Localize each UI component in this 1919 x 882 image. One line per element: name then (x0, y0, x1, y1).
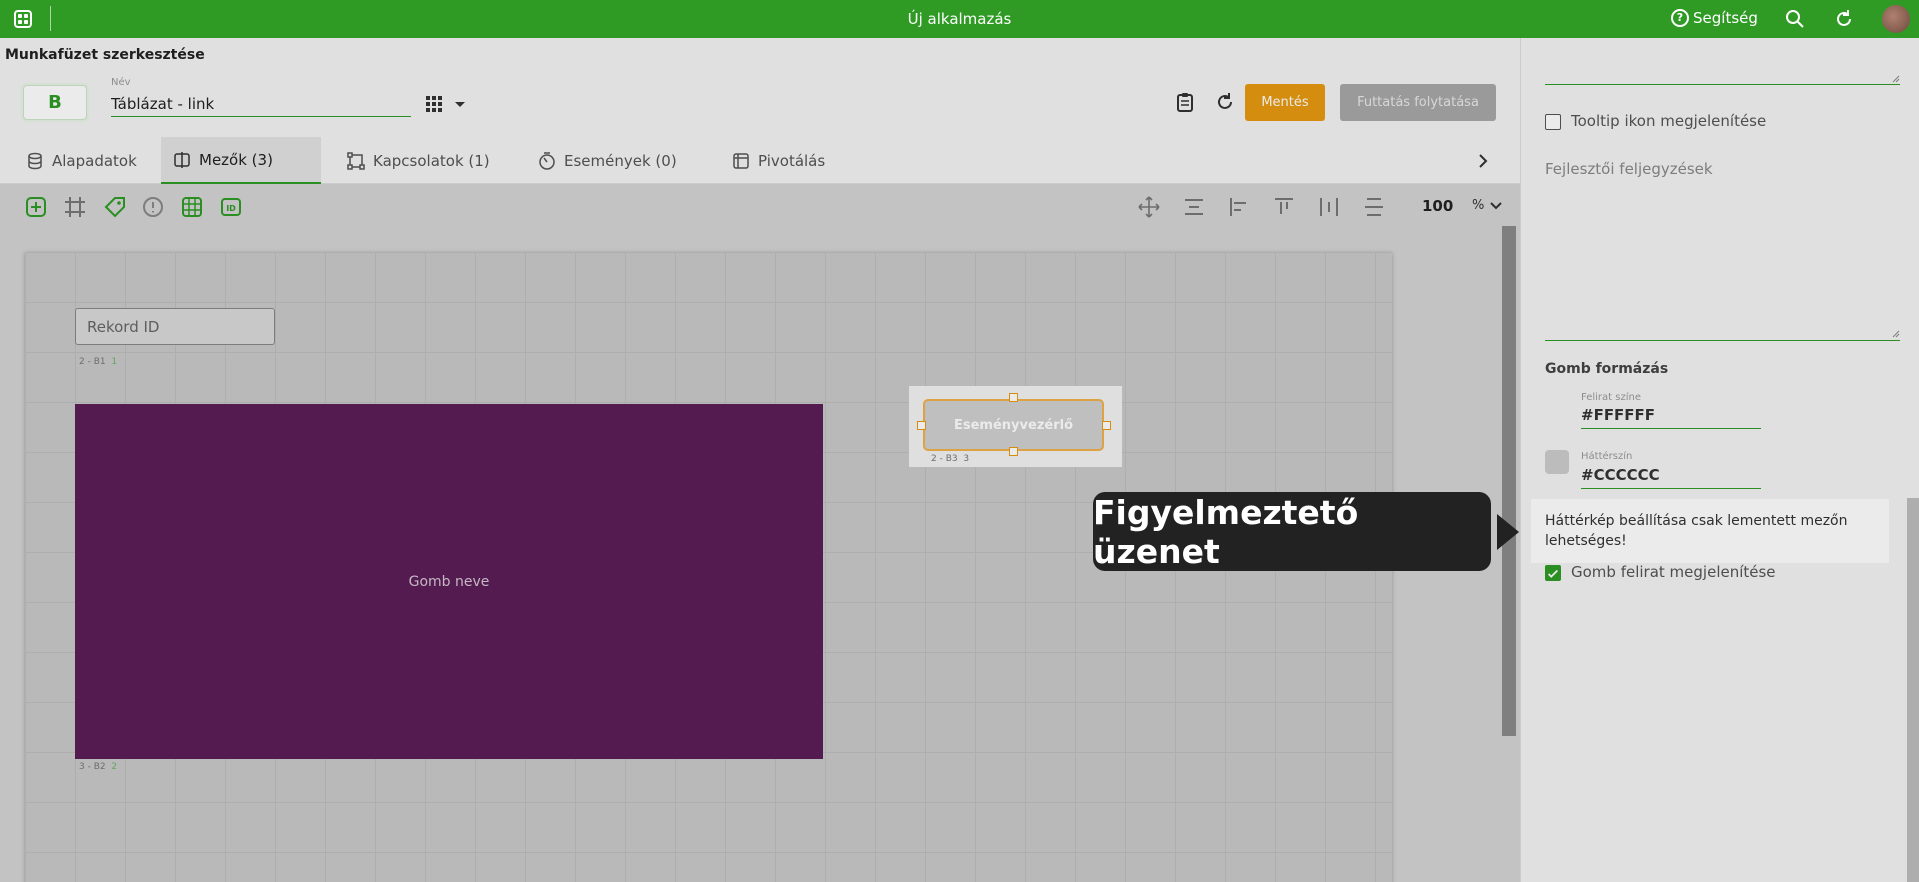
bg-color-input[interactable]: #CCCCCC (1581, 466, 1761, 489)
save-button[interactable]: Mentés (1245, 84, 1325, 121)
frame-icon[interactable] (64, 196, 86, 218)
tab-relations[interactable]: Kapcsolatok (1) (335, 137, 502, 184)
resize-handle[interactable] (1009, 447, 1018, 456)
search-icon[interactable] (1785, 9, 1805, 29)
question-icon: ? (1671, 9, 1689, 27)
relations-icon (347, 151, 365, 170)
text-color-input[interactable]: #FFFFFF (1581, 406, 1761, 429)
resize-grip-icon[interactable] (1892, 75, 1900, 83)
events-icon (539, 151, 555, 170)
tab-label: Kapcsolatok (1) (373, 151, 490, 170)
tab-pivot[interactable]: Pivotálás (720, 137, 837, 184)
clipboard-icon[interactable] (1174, 91, 1196, 113)
tab-fields[interactable]: Mezők (3) (161, 137, 321, 184)
align-left-icon[interactable] (1228, 196, 1250, 218)
tab-events[interactable]: Események (0) (526, 137, 689, 184)
tab-basic-data[interactable]: Alapadatok (14, 137, 149, 184)
warning-message: Háttérkép beállítása csak lementett mező… (1531, 499, 1889, 563)
show-label-text: Gomb felirat megjelenítése (1571, 563, 1776, 581)
zoom-value[interactable]: 100 (1422, 197, 1453, 215)
fields-icon (174, 151, 190, 168)
reload-icon[interactable] (1214, 91, 1236, 113)
show-label-checkbox[interactable] (1545, 565, 1561, 581)
continue-run-button[interactable]: Futtatás folytatása (1340, 84, 1496, 121)
big-button[interactable]: Gomb neve (75, 404, 823, 759)
field-tag-number: 3 (963, 454, 970, 464)
field-tag-text: 3 - B2 (79, 762, 106, 772)
workspace-scrollbar[interactable] (1502, 226, 1516, 736)
tag-icon[interactable] (104, 196, 126, 218)
field-tag: 2 - B3 3 (931, 454, 969, 464)
field-tag-text: 2 - B3 (931, 454, 958, 464)
resize-handle[interactable] (1009, 393, 1018, 402)
chevron-down-icon (455, 102, 465, 107)
tooltip-icon-label: Tooltip ikon megjelenítése (1571, 112, 1767, 130)
page-title: Munkafüzet szerkesztése (5, 47, 205, 63)
alert-icon[interactable] (142, 196, 164, 218)
name-label: Név (111, 77, 131, 88)
bg-color-label: Háttérszín (1581, 451, 1633, 462)
tooltip-icon-checkbox[interactable] (1545, 114, 1561, 130)
svg-text:ID: ID (226, 204, 236, 213)
layout-grid-dropdown[interactable] (426, 95, 466, 113)
move-icon[interactable] (1138, 196, 1160, 218)
record-id-field[interactable]: Rekord ID (75, 308, 275, 345)
tab-label: Alapadatok (52, 151, 137, 170)
field-tag-number: 1 (111, 357, 118, 367)
distribute-vertical-icon[interactable] (1183, 196, 1205, 218)
callout-label: Figyelmeztető üzenet (1093, 492, 1491, 571)
field-tag-text: 2 - B1 (79, 357, 106, 367)
properties-panel: Tooltip ikon megjelenítése Fejlesztői fe… (1520, 38, 1919, 882)
id-field-icon[interactable]: ID (220, 196, 242, 218)
align-center-icon[interactable] (1363, 196, 1385, 218)
pivot-icon (733, 152, 749, 169)
resize-handle[interactable] (1102, 421, 1111, 430)
app-title: Új alkalmazás (907, 10, 1012, 28)
resize-handle[interactable] (917, 421, 926, 430)
zoom-unit: % (1472, 198, 1485, 213)
top-bar: Új alkalmazás ? Segítség (0, 0, 1919, 38)
help-link[interactable]: ? Segítség (1671, 9, 1758, 27)
selected-field[interactable]: Eseményvezérlő 2 - B3 3 (909, 386, 1122, 467)
tab-label: Mezők (3) (199, 150, 273, 169)
dev-notes-textarea[interactable]: Fejlesztői feljegyzések (1545, 160, 1713, 178)
database-icon (28, 152, 42, 169)
textarea-border (1545, 340, 1900, 341)
avatar[interactable] (1882, 5, 1910, 33)
tab-label: Pivotálás (758, 151, 826, 170)
textarea-border (1545, 84, 1900, 85)
tab-label: Események (0) (564, 151, 677, 170)
help-label: Segítség (1693, 9, 1758, 27)
align-top-icon[interactable] (1273, 196, 1295, 218)
resize-grip-icon[interactable] (1892, 330, 1900, 338)
callout-arrow (1497, 514, 1519, 550)
bg-color-swatch[interactable] (1545, 450, 1569, 474)
tab-bar: Alapadatok Mezők (3) Kapcsolatok (1) Ese… (0, 137, 1520, 184)
chevron-down-icon[interactable] (1489, 201, 1503, 211)
name-input[interactable] (111, 92, 411, 117)
table-icon[interactable] (181, 196, 203, 218)
distribute-horizontal-icon[interactable] (1318, 196, 1340, 218)
add-field-icon[interactable] (25, 196, 47, 218)
event-handler-button[interactable]: Eseményvezérlő (923, 399, 1104, 451)
workbook-logo[interactable]: B (23, 85, 87, 120)
chevron-right-icon[interactable] (1473, 151, 1493, 171)
panel-scrollbar[interactable] (1907, 498, 1919, 882)
checkmark-icon (1548, 569, 1558, 578)
field-tag-number: 2 (111, 762, 118, 772)
text-color-label: Felirat színe (1581, 392, 1641, 403)
field-tag: 2 - B1 1 (79, 357, 117, 367)
refresh-icon[interactable] (1834, 9, 1854, 29)
section-title: Gomb formázás (1545, 361, 1669, 377)
field-tag: 3 - B2 2 (79, 762, 117, 772)
